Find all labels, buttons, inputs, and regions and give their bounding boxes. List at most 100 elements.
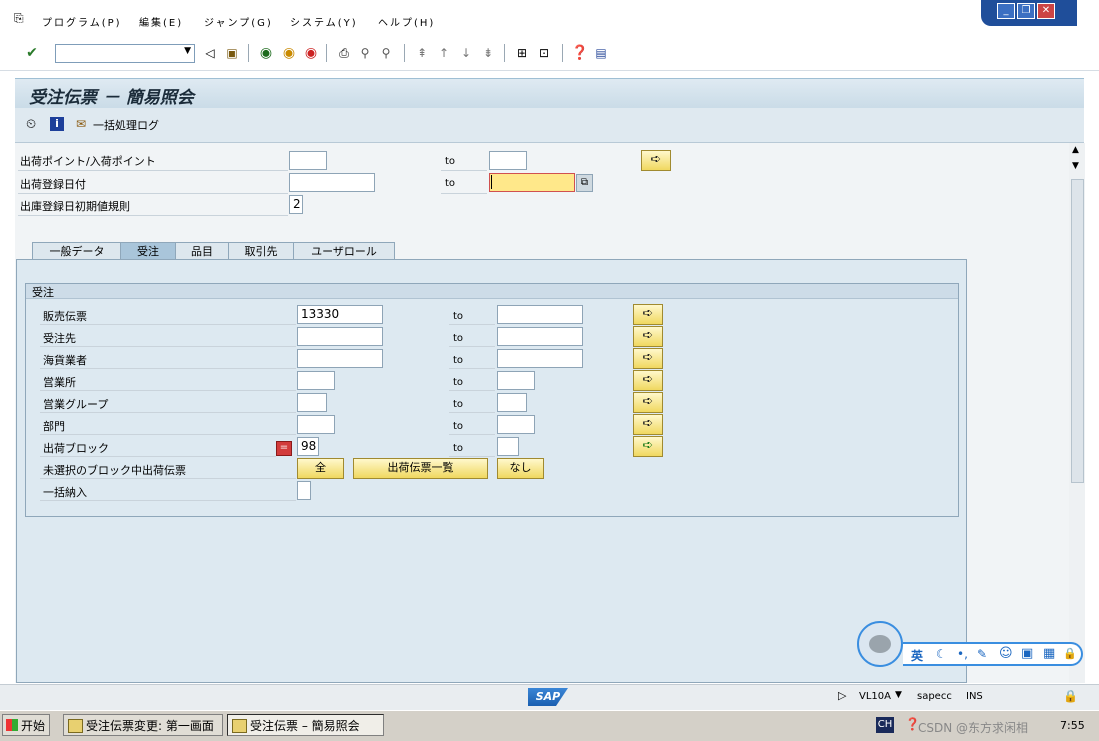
insert-mode: INS xyxy=(966,691,983,702)
restore-button[interactable]: ❐ xyxy=(1017,3,1035,19)
system-menu-icon[interactable]: ⎘ xyxy=(14,11,24,26)
sales-group-from-input[interactable] xyxy=(297,393,327,412)
shipping-point-to-input[interactable] xyxy=(489,151,527,170)
equal-option-icon[interactable]: = xyxy=(276,441,292,456)
bulk-log-button[interactable]: 一括処理ログ xyxy=(93,117,159,133)
shipping-date-to-input[interactable] xyxy=(489,173,575,192)
delivery-block-from-input[interactable]: 98 xyxy=(297,437,319,456)
print-icon[interactable]: ⎙ xyxy=(336,45,352,61)
toolbar-separator xyxy=(504,44,505,62)
lock-icon[interactable]: 🔒 xyxy=(1063,647,1077,660)
field-label-shipping-date: 出荷登録日付 xyxy=(20,178,86,191)
command-field[interactable]: ▼ xyxy=(55,44,195,63)
language-indicator[interactable]: CH xyxy=(876,717,894,733)
smiley-icon[interactable]: ☺ xyxy=(999,646,1013,661)
wrench-icon[interactable]: ✎ xyxy=(977,647,987,661)
shipping-point-multi-select-button[interactable]: ➪ xyxy=(641,150,671,171)
delivery-block-multi-select-button[interactable]: ➪ xyxy=(633,436,663,457)
delivery-list-button[interactable]: 出荷伝票一覧 xyxy=(353,458,488,479)
sales-document-to-input[interactable] xyxy=(497,305,583,324)
to-label: to xyxy=(453,333,464,344)
sold-to-to-input[interactable] xyxy=(497,327,583,346)
bulk-delivery-checkbox[interactable] xyxy=(297,481,311,500)
close-button[interactable]: ✕ xyxy=(1037,3,1055,19)
cancel-icon[interactable]: ◉ xyxy=(303,45,319,61)
sales-document-from-input[interactable]: 13330 xyxy=(297,305,383,324)
scroll-thumb[interactable] xyxy=(1071,179,1084,483)
application-toolbar: ⏲ i ✉ 一括処理ログ xyxy=(15,108,1084,143)
sold-to-from-input[interactable] xyxy=(297,327,383,346)
taskbar-item-change-order[interactable]: 受注伝票変更: 第一画面 xyxy=(63,714,223,736)
sales-office-from-input[interactable] xyxy=(297,371,335,390)
none-button[interactable]: なし xyxy=(497,458,544,479)
next-page-icon[interactable]: ↓ xyxy=(458,45,474,61)
scroll-down-icon[interactable]: ▼ xyxy=(1072,161,1079,171)
all-button[interactable]: 全 xyxy=(297,458,344,479)
division-to-input[interactable] xyxy=(497,415,535,434)
label-underline xyxy=(449,368,495,369)
division-multi-select-button[interactable]: ➪ xyxy=(633,414,663,435)
calendar-help-icon[interactable]: ⧉ xyxy=(576,174,593,192)
info-icon[interactable]: i xyxy=(50,117,64,131)
vertical-scrollbar[interactable]: ▲ ▼ xyxy=(1069,143,1085,683)
enter-icon[interactable]: ✔ xyxy=(24,45,40,61)
skin-icon[interactable]: ▣ xyxy=(1021,646,1033,661)
shipping-point-from-input[interactable] xyxy=(289,151,327,170)
scroll-up-icon[interactable]: ▲ xyxy=(1072,145,1079,155)
forwarding-agent-multi-select-button[interactable]: ➪ xyxy=(633,348,663,369)
minimize-button[interactable]: _ xyxy=(997,3,1015,19)
grid-icon[interactable]: ▦ xyxy=(1043,646,1055,661)
sales-group-to-input[interactable] xyxy=(497,393,527,412)
forwarding-agent-to-input[interactable] xyxy=(497,349,583,368)
log-icon[interactable]: ✉ xyxy=(76,117,86,131)
ime-english-button[interactable]: 英 xyxy=(911,647,923,664)
window-icon xyxy=(68,719,83,733)
delivery-block-to-input[interactable] xyxy=(497,437,519,456)
back-icon[interactable]: ◉ xyxy=(258,45,274,61)
punctuation-icon[interactable]: •, xyxy=(957,647,968,661)
ime-mascot-icon[interactable] xyxy=(857,621,903,667)
menu-help[interactable]: ヘルプ(H) xyxy=(378,14,435,29)
delivery-rule-input[interactable]: 2 xyxy=(289,195,303,214)
forwarding-agent-from-input[interactable] xyxy=(297,349,383,368)
chevron-down-icon[interactable]: ▼ xyxy=(895,690,902,700)
chevron-down-icon[interactable]: ▼ xyxy=(184,46,191,56)
sales-office-to-input[interactable] xyxy=(497,371,535,390)
create-session-icon[interactable]: ⊞ xyxy=(514,45,530,61)
division-from-input[interactable] xyxy=(297,415,335,434)
sold-to-multi-select-button[interactable]: ➪ xyxy=(633,326,663,347)
label-underline xyxy=(441,193,487,194)
label-underline xyxy=(18,170,288,171)
menu-program[interactable]: プログラム(P) xyxy=(42,14,122,29)
status-expand-icon[interactable]: ▷ xyxy=(838,689,846,702)
save-icon[interactable]: ▣ xyxy=(224,45,240,61)
field-label-delivery-rule: 出庫登録日初期値規則 xyxy=(20,200,130,213)
taskbar-item-display-order[interactable]: 受注伝票 – 簡易照会 xyxy=(227,714,384,736)
help-icon[interactable]: ❓ xyxy=(571,45,588,61)
field-label-sales-document: 販売伝票 xyxy=(43,310,87,323)
layout-icon[interactable]: ▤ xyxy=(593,45,609,61)
find-icon[interactable]: ⚲ xyxy=(357,45,373,61)
field-label-sales-office: 営業所 xyxy=(43,376,76,389)
sales-group-multi-select-button[interactable]: ➪ xyxy=(633,392,663,413)
menu-edit[interactable]: 編集(E) xyxy=(139,14,183,29)
moon-icon[interactable]: ☾ xyxy=(936,647,947,661)
execute-icon[interactable]: ⏲ xyxy=(26,117,36,132)
prev-page-icon[interactable]: ↑ xyxy=(436,45,452,61)
collapse-icon[interactable]: ◁ xyxy=(202,45,218,61)
start-button[interactable]: 开始 xyxy=(2,714,50,736)
last-page-icon[interactable]: ⇟ xyxy=(480,45,496,61)
sales-document-multi-select-button[interactable]: ➪ xyxy=(633,304,663,325)
label-underline xyxy=(40,412,296,413)
exit-icon[interactable]: ◉ xyxy=(281,45,297,61)
sales-office-multi-select-button[interactable]: ➪ xyxy=(633,370,663,391)
first-page-icon[interactable]: ⇞ xyxy=(414,45,430,61)
shipping-date-from-input[interactable] xyxy=(289,173,375,192)
watermark: CSDN @东方求闲相 xyxy=(918,721,1029,735)
lock-icon[interactable]: 🔒 xyxy=(1063,689,1078,703)
menu-system[interactable]: システム(Y) xyxy=(290,14,358,29)
find-next-icon[interactable]: ⚲ xyxy=(378,45,394,61)
group-header: 受注 xyxy=(26,284,958,299)
menu-jump[interactable]: ジャンプ(G) xyxy=(204,14,273,29)
shortcut-icon[interactable]: ⊡ xyxy=(536,45,552,61)
